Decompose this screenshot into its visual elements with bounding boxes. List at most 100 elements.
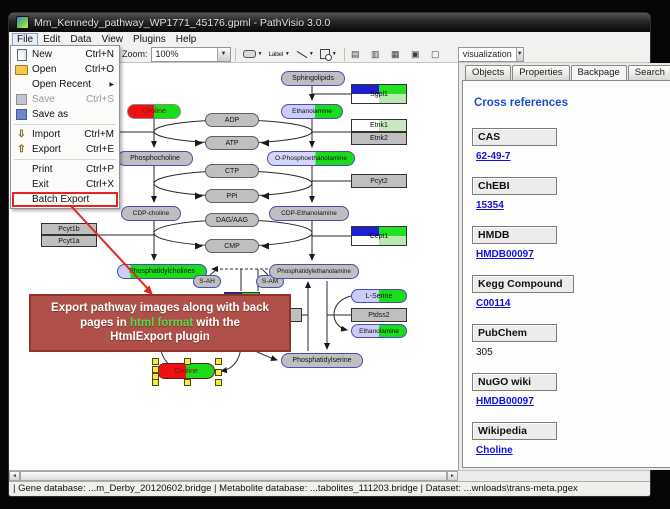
node-choline-selected[interactable]: Choline <box>157 363 215 379</box>
title-bar[interactable]: Mm_Kennedy_pathway_WP1771_45176.gpml - P… <box>9 13 650 32</box>
node-label: Pcyt1a <box>42 236 96 246</box>
node-l-serine[interactable]: L-Serine <box>351 289 407 303</box>
tab-search[interactable]: Search <box>628 65 670 80</box>
shape-tool-button[interactable]: ▼ <box>317 47 340 62</box>
node-label: Phosphatidylserine <box>282 354 362 367</box>
selection-handle[interactable] <box>152 379 159 386</box>
save-icon <box>14 94 29 106</box>
canvas-horizontal-scrollbar[interactable]: ◄ ► <box>9 470 458 481</box>
selection-handle[interactable] <box>152 373 159 380</box>
gene-tool-button[interactable]: ▼ <box>240 47 266 62</box>
node-ptdss2[interactable]: Ptdss2 <box>351 308 407 322</box>
file-menu-item-import[interactable]: ⇩ImportCtrl+M <box>12 127 118 142</box>
node-etnk1[interactable]: Etnk1 <box>351 119 407 132</box>
node-sphingolipids[interactable]: Sphingolipids <box>281 71 345 86</box>
node-cdp-choline[interactable]: CDP-choline <box>121 206 181 221</box>
node-o-phosphoethanolamine[interactable]: O-Phosphoethanolamine <box>267 151 355 166</box>
node-label: Ptdss2 <box>352 309 406 321</box>
annotation-line2: pages in html format with the <box>31 316 289 331</box>
node-sah[interactable]: S-AH <box>193 275 221 288</box>
file-menu-item-open-recent[interactable]: Open Recent▶ <box>12 77 118 92</box>
export-icon: ⇧ <box>14 144 29 156</box>
node-label: CDP-Ethanolamine <box>270 207 348 220</box>
node-dag-aag[interactable]: DAG/AAG <box>205 213 259 227</box>
node-cdp-ethanolamine[interactable]: CDP-Ethanolamine <box>269 206 349 221</box>
backpage-content: Cross references CAS62-49-7ChEBI15354HMD… <box>462 80 670 468</box>
node-ethanolamine-bottom[interactable]: Ethanolamine <box>351 324 407 338</box>
menu-item-shortcut: Ctrl+O <box>85 64 114 75</box>
distribute-horizontal-icon[interactable]: ▦ <box>389 47 402 61</box>
align-vertical-icon[interactable]: ▥ <box>369 47 382 61</box>
menubar-item-edit[interactable]: Edit <box>38 33 65 46</box>
chevron-down-icon[interactable]: ▼ <box>516 48 523 61</box>
annotation-highlight: html format <box>130 317 193 329</box>
window-title: Mm_Kennedy_pathway_WP1771_45176.gpml - P… <box>34 17 330 29</box>
scrollbar-thumb[interactable] <box>20 471 447 481</box>
chevron-down-icon[interactable]: ▼ <box>217 48 230 61</box>
selection-handle[interactable] <box>215 379 222 386</box>
scroll-right-icon[interactable]: ► <box>447 471 458 481</box>
file-menu-item-batch-export[interactable]: Batch Export <box>12 192 118 207</box>
tab-objects[interactable]: Objects <box>465 65 511 80</box>
zoom-combobox[interactable]: 100% ▼ <box>151 47 231 62</box>
selection-handle[interactable] <box>184 358 191 365</box>
menubar-item-data[interactable]: Data <box>65 33 96 46</box>
node-pcyt1b[interactable]: Pcyt1b <box>41 223 97 235</box>
node-ethanolamine-top[interactable]: Ethanolamine <box>281 104 343 119</box>
node-cept1[interactable]: Cept1 <box>351 226 407 246</box>
menubar-item-file[interactable]: File <box>12 33 38 46</box>
file-menu-item-save-as[interactable]: Save as <box>12 107 118 122</box>
distribute-vertical-icon[interactable]: ▣ <box>409 47 422 61</box>
menu-separator <box>14 159 116 160</box>
label-tool-button[interactable]: Label ▼ <box>265 47 292 62</box>
node-label: ATP <box>206 137 258 149</box>
file-menu-item-save[interactable]: SaveCtrl+S <box>12 92 118 107</box>
xref-value-wikipedia[interactable]: Choline <box>476 445 670 456</box>
xref-value-cas[interactable]: 62-49-7 <box>476 151 670 162</box>
label-tool-icon: Label <box>268 51 282 58</box>
node-phosphocholine[interactable]: Phosphocholine <box>117 151 193 166</box>
menubar-item-plugins[interactable]: Plugins <box>128 33 171 46</box>
visualization-combobox[interactable]: visualization ▼ <box>458 47 524 62</box>
node-phosphatidylserine[interactable]: Phosphatidylserine <box>281 353 363 368</box>
node-pcyt1a[interactable]: Pcyt1a <box>41 235 97 247</box>
node-adp[interactable]: ADP <box>205 113 259 127</box>
node-sgpl1[interactable]: Sgpl1 <box>351 84 407 104</box>
menubar-item-help[interactable]: Help <box>171 33 202 46</box>
match-size-icon[interactable]: ▢ <box>429 47 442 61</box>
import-icon: ⇩ <box>14 129 29 141</box>
blank-icon <box>14 194 29 206</box>
menu-item-label: Batch Export <box>32 194 89 205</box>
selection-handle[interactable] <box>152 358 159 365</box>
tab-backpage[interactable]: Backpage <box>571 65 627 80</box>
selection-handle[interactable] <box>184 379 191 386</box>
annotation-callout: Export pathway images along with back pa… <box>29 294 291 352</box>
xref-value-hmdb[interactable]: HMDB00097 <box>476 249 670 260</box>
xref-value-nugo-wiki[interactable]: HMDB00097 <box>476 396 670 407</box>
file-menu-item-open[interactable]: OpenCtrl+O <box>12 62 118 77</box>
xref-value-chebi[interactable]: 15354 <box>476 200 670 211</box>
node-etnk2[interactable]: Etnk2 <box>351 132 407 145</box>
node-label: ADP <box>206 114 258 126</box>
menubar-item-view[interactable]: View <box>96 33 128 46</box>
node-cmp[interactable]: CMP <box>205 239 259 253</box>
node-atp[interactable]: ATP <box>205 136 259 150</box>
tab-properties[interactable]: Properties <box>512 65 569 80</box>
file-menu-item-new[interactable]: NewCtrl+N <box>12 47 118 62</box>
xref-value-kegg-compound[interactable]: C00114 <box>476 298 670 309</box>
menu-item-shortcut: Ctrl+N <box>85 49 114 60</box>
file-menu-item-print[interactable]: PrintCtrl+P <box>12 162 118 177</box>
file-menu-item-export[interactable]: ⇧ExportCtrl+E <box>12 142 118 157</box>
node-phosphatidylethanolamine[interactable]: Phosphatidylethanolamine <box>269 264 359 279</box>
selection-handle[interactable] <box>152 366 159 373</box>
node-pcyt2[interactable]: Pcyt2 <box>351 174 407 188</box>
selection-handle[interactable] <box>215 358 222 365</box>
node-ppi[interactable]: PPi <box>205 189 259 203</box>
file-menu-item-exit[interactable]: ExitCtrl+X <box>12 177 118 192</box>
selection-handle[interactable] <box>215 369 222 376</box>
node-ctp[interactable]: CTP <box>205 164 259 178</box>
scroll-left-icon[interactable]: ◄ <box>9 471 20 481</box>
align-center-icon[interactable]: ▤ <box>349 47 362 61</box>
node-choline-top[interactable]: Choline <box>127 104 181 119</box>
line-tool-button[interactable]: ▼ <box>293 47 317 62</box>
